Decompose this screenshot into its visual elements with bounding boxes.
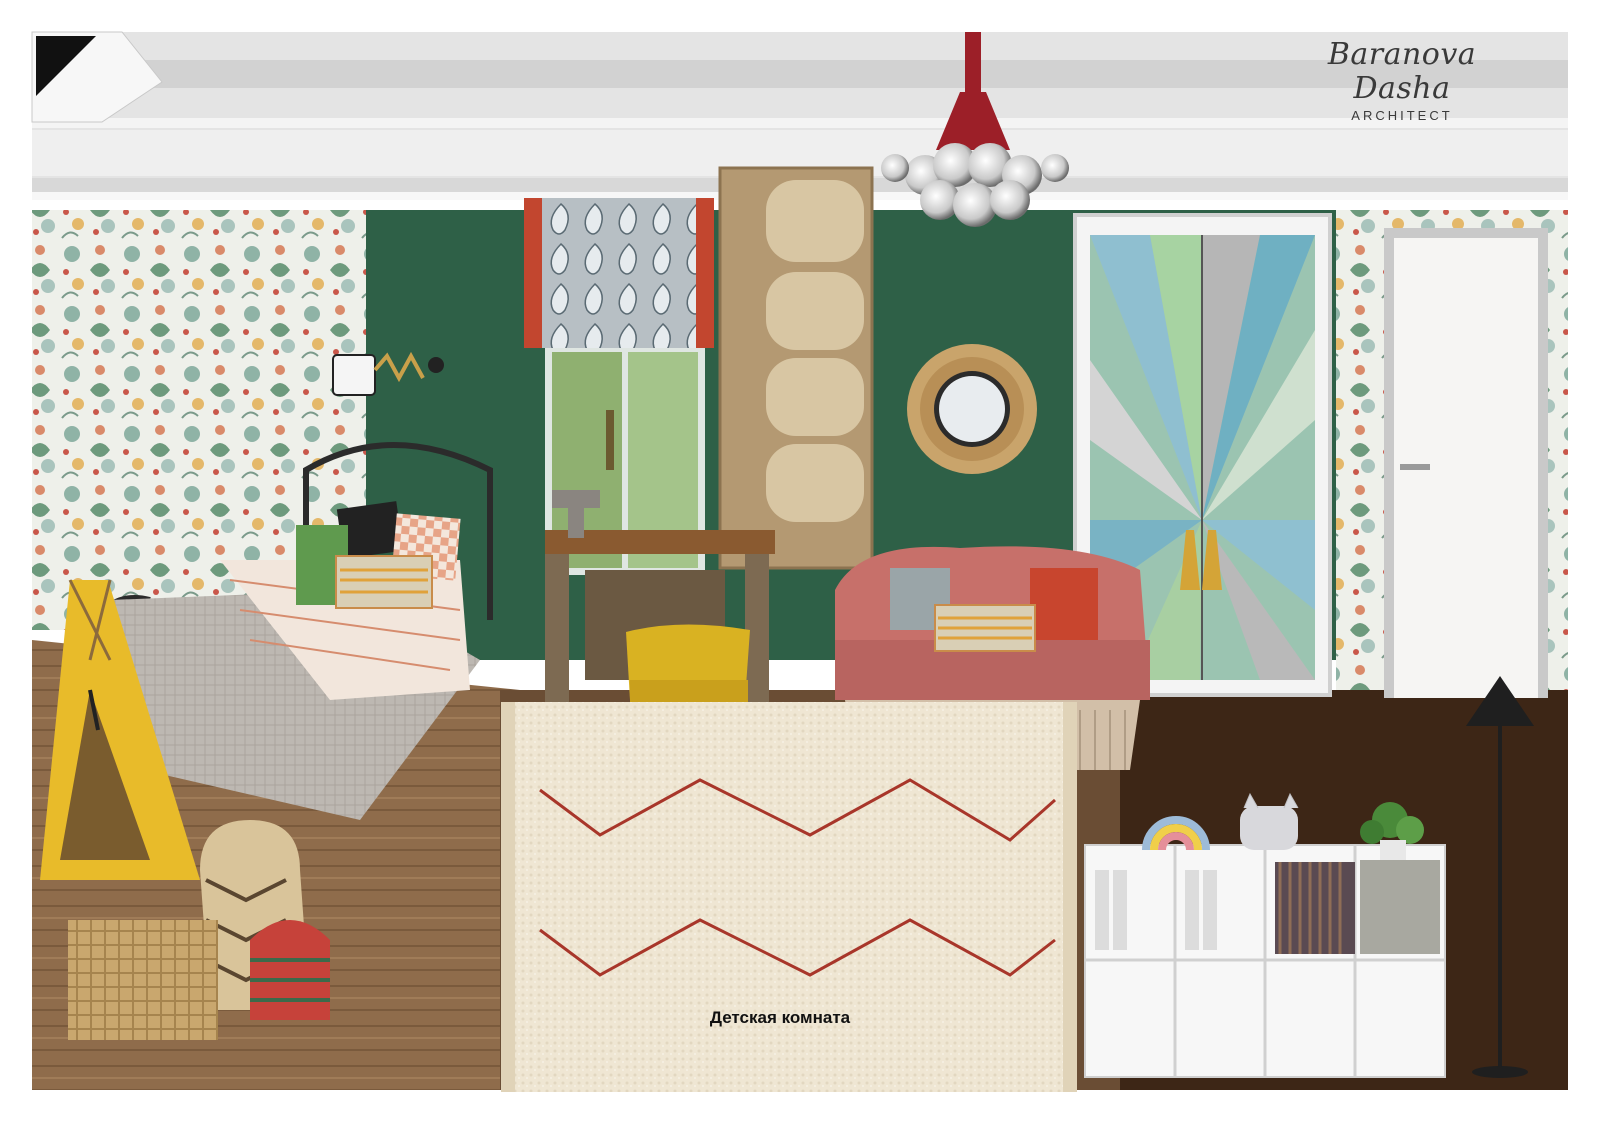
white-cube-shelf xyxy=(1084,844,1446,1078)
brand-logo: Baranova Dasha ARCHITECT xyxy=(1282,37,1522,124)
berber-rug xyxy=(501,702,1077,1092)
moodboard-collage xyxy=(0,0,1600,1134)
rattan-mirror xyxy=(907,344,1037,474)
white-door xyxy=(1384,228,1548,698)
room-caption: Детская комната xyxy=(709,1008,851,1027)
wooden-bookshelf xyxy=(718,166,874,570)
paisley-blind xyxy=(524,198,714,348)
brand-name: Baranova Dasha xyxy=(1327,37,1477,106)
brand-subtitle: ARCHITECT xyxy=(1351,108,1453,123)
